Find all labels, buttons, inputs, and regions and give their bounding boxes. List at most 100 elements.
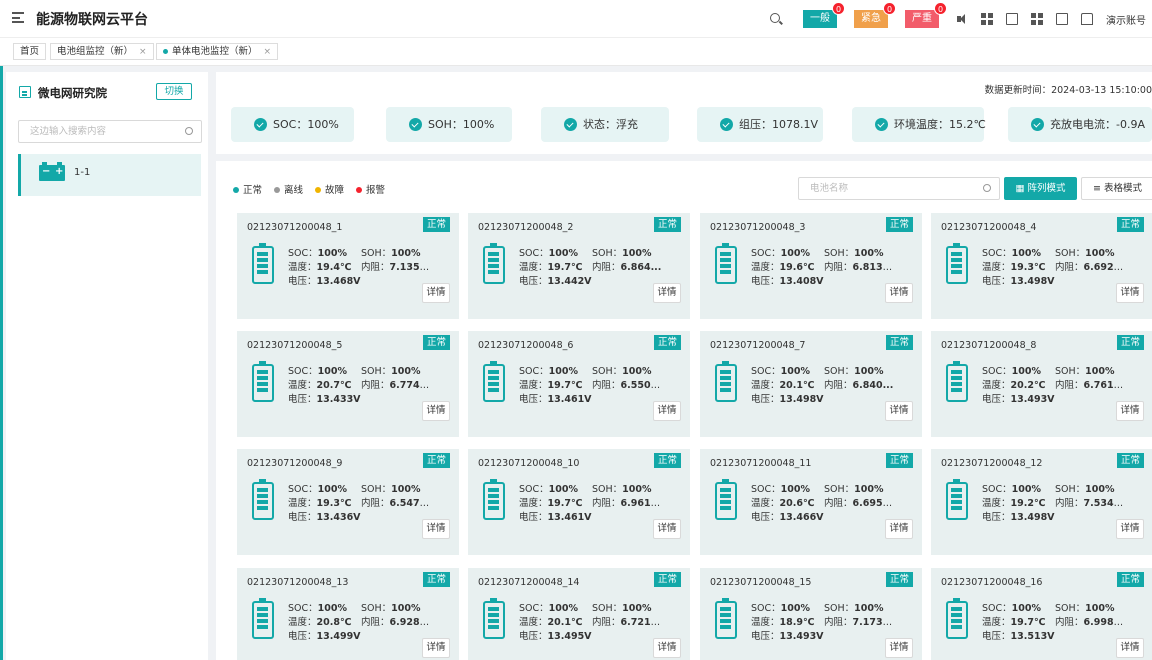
detail-button[interactable]: 详情	[653, 401, 681, 421]
tab-pack-monitor[interactable]: 电池组监控（新） ×	[50, 43, 154, 60]
stat-soh-text: SOH：100%	[428, 118, 495, 131]
alarm-general-button[interactable]: 一般 0	[803, 2, 845, 28]
menu-toggle-icon[interactable]	[12, 12, 24, 23]
detail-button[interactable]: 详情	[885, 519, 913, 539]
theme-skin-icon[interactable]	[1081, 13, 1093, 25]
detail-button[interactable]: 详情	[653, 519, 681, 539]
soh-field: SOH：100%	[592, 481, 652, 495]
battery-icon	[483, 243, 505, 284]
battery-card: 02123071200048_16 正常 SOC：100% SOH：100% 温度：19…	[931, 568, 1152, 660]
left-accent-bar	[0, 0, 3, 660]
soc-label: SOC：	[519, 248, 549, 259]
array-mode-button[interactable]: ▦ 阵列模式	[1004, 177, 1077, 200]
search-icon[interactable]	[185, 127, 193, 135]
status-badge: 正常	[885, 217, 913, 232]
soc-soh-row: SOC：100% SOH：100%	[288, 245, 421, 259]
speaker-icon[interactable]	[956, 13, 968, 25]
legend-alarm-label: 报警	[366, 185, 386, 196]
voltage-row: 电压：13.466V	[751, 509, 824, 523]
soc-value: 100%	[548, 366, 579, 377]
temp-res-row: 温度：20.2℃ 内阻：6.761mΩ	[982, 377, 1127, 391]
soc-soh-row: SOC：100% SOH：100%	[751, 481, 884, 495]
temp-value: 19.7℃	[547, 262, 583, 273]
detail-button[interactable]: 详情	[422, 519, 450, 539]
resistance-field: 内阻：6.550mΩ	[592, 377, 664, 391]
search-icon[interactable]	[769, 12, 783, 26]
user-account-name[interactable]: 演示账号	[1106, 12, 1146, 27]
detail-button[interactable]: 详情	[1116, 519, 1144, 539]
soh-label: SOH：	[824, 484, 855, 495]
tab-cell-monitor-label: 单体电池监控（新）	[172, 46, 258, 57]
battery-icon	[715, 598, 737, 639]
table-mode-button[interactable]: ≡ 表格模式	[1081, 177, 1152, 200]
resistance-field: 内阻：6.774mΩ	[361, 377, 433, 391]
battery-icon	[715, 479, 737, 520]
check-circle-icon	[254, 118, 267, 131]
temp-label: 温度：	[288, 380, 317, 391]
soc-label: SOC：	[519, 603, 549, 614]
detail-button[interactable]: 详情	[885, 638, 913, 658]
voltage-icon	[720, 118, 733, 131]
detail-button[interactable]: 详情	[1116, 638, 1144, 658]
soh-label: SOH：	[592, 366, 623, 377]
detail-button[interactable]: 详情	[885, 401, 913, 421]
voltage-value: 13.468V	[316, 276, 361, 287]
temp-res-row: 温度：20.1℃ 内阻：6.721mΩ	[519, 614, 664, 628]
soh-value: 100%	[622, 603, 652, 614]
soc-soh-row: SOC：100% SOH：100%	[982, 481, 1115, 495]
battery-minus-sign: −	[42, 166, 51, 177]
voltage-label: 电压：	[982, 512, 1011, 523]
detail-button[interactable]: 详情	[422, 638, 450, 658]
resistance-label: 内阻：	[1055, 262, 1084, 273]
close-icon[interactable]: ×	[139, 47, 147, 57]
switch-site-button[interactable]: 切换	[156, 83, 192, 100]
screen-icon[interactable]	[1006, 13, 1018, 25]
search-icon[interactable]	[983, 184, 991, 192]
detail-button[interactable]: 详情	[653, 283, 681, 303]
temp-label: 温度：	[288, 262, 317, 273]
resistance-value: 7.173mΩ	[852, 617, 896, 628]
tree-item-battery-pack[interactable]: − + 1-1	[18, 154, 201, 196]
soh-value: 100%	[622, 484, 652, 495]
detail-button[interactable]: 详情	[1116, 283, 1144, 303]
detail-button[interactable]: 详情	[422, 283, 450, 303]
detail-button[interactable]: 详情	[653, 638, 681, 658]
soc-soh-row: SOC：100% SOH：100%	[751, 600, 884, 614]
tree-item-label: 1-1	[74, 167, 91, 178]
tab-home[interactable]: 首页	[13, 43, 47, 60]
soh-field: SOH：100%	[824, 245, 884, 259]
sidebar-search-input[interactable]: 这边输入搜索内容	[18, 120, 202, 143]
tab-cell-monitor[interactable]: 单体电池监控（新） ×	[156, 43, 279, 60]
fullscreen-icon[interactable]	[1031, 13, 1043, 25]
voltage-row: 电压：13.498V	[982, 273, 1055, 287]
temp-label: 温度：	[982, 498, 1011, 509]
alarm-severe-button[interactable]: 严重 0	[905, 2, 947, 28]
soc-value: 100%	[548, 603, 579, 614]
battery-name-search-input[interactable]: 电池名称	[798, 177, 1000, 200]
alarm-urgent-button[interactable]: 紧急 0	[854, 2, 896, 28]
soh-value: 100%	[854, 484, 884, 495]
layout-grid-icon[interactable]	[981, 13, 993, 25]
soc-soh-row: SOC：100% SOH：100%	[519, 245, 652, 259]
voltage-row: 电压：13.495V	[519, 628, 592, 642]
voltage-value: 13.461V	[547, 512, 592, 523]
app-title: 能源物联网云平台	[36, 12, 148, 28]
translate-icon[interactable]	[1056, 13, 1068, 25]
battery-name: 02123071200048_6	[478, 340, 574, 351]
voltage-label: 电压：	[751, 394, 780, 405]
detail-button[interactable]: 详情	[1116, 401, 1144, 421]
battery-name: 02123071200048_11	[710, 458, 812, 469]
status-badge: 正常	[422, 453, 450, 468]
battery-icon	[252, 243, 274, 284]
temp-label: 温度：	[288, 498, 317, 509]
detail-button[interactable]: 详情	[885, 283, 913, 303]
sidebar: 微电网研究院 切换 这边输入搜索内容 − + 1-1	[6, 72, 208, 660]
soc-soh-row: SOC：100% SOH：100%	[519, 600, 652, 614]
close-icon[interactable]: ×	[264, 47, 272, 57]
resistance-label: 内阻：	[1055, 498, 1084, 509]
resistance-value: 7.135mΩ	[389, 262, 433, 273]
soc-label: SOC：	[288, 484, 318, 495]
detail-button[interactable]: 详情	[422, 401, 450, 421]
battery-card: 02123071200048_9 正常 SOC：100% SOH：100% 温度：19.…	[237, 449, 459, 555]
resistance-value: 6.774mΩ	[389, 380, 433, 391]
